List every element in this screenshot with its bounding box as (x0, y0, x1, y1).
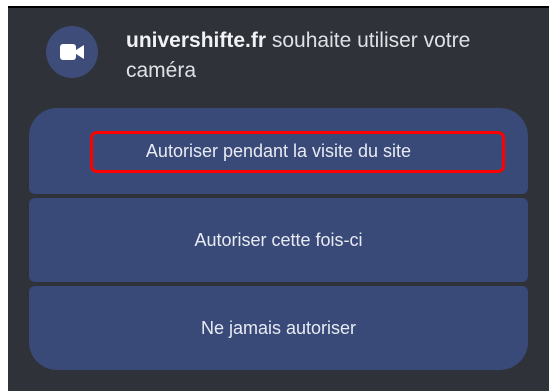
never-allow-button[interactable]: Ne jamais autoriser (29, 286, 528, 370)
dialog-header: univershifte.fr souhaite utiliser votre … (8, 8, 549, 108)
screenshot-frame: univershifte.fr souhaite utiliser votre … (0, 0, 550, 391)
allow-while-visiting-button[interactable]: Autoriser pendant la visite du site (29, 108, 528, 194)
allow-while-visiting-label: Autoriser pendant la visite du site (145, 140, 412, 161)
camera-icon-badge (46, 26, 98, 78)
site-domain: univershifte.fr (126, 29, 267, 52)
allow-this-time-label: Autoriser cette fois-ci (194, 229, 363, 250)
videocam-icon (60, 44, 84, 60)
never-allow-label: Ne jamais autoriser (200, 317, 357, 338)
permission-message: univershifte.fr souhaite utiliser votre … (126, 26, 546, 86)
allow-this-time-button[interactable]: Autoriser cette fois-ci (29, 198, 528, 282)
